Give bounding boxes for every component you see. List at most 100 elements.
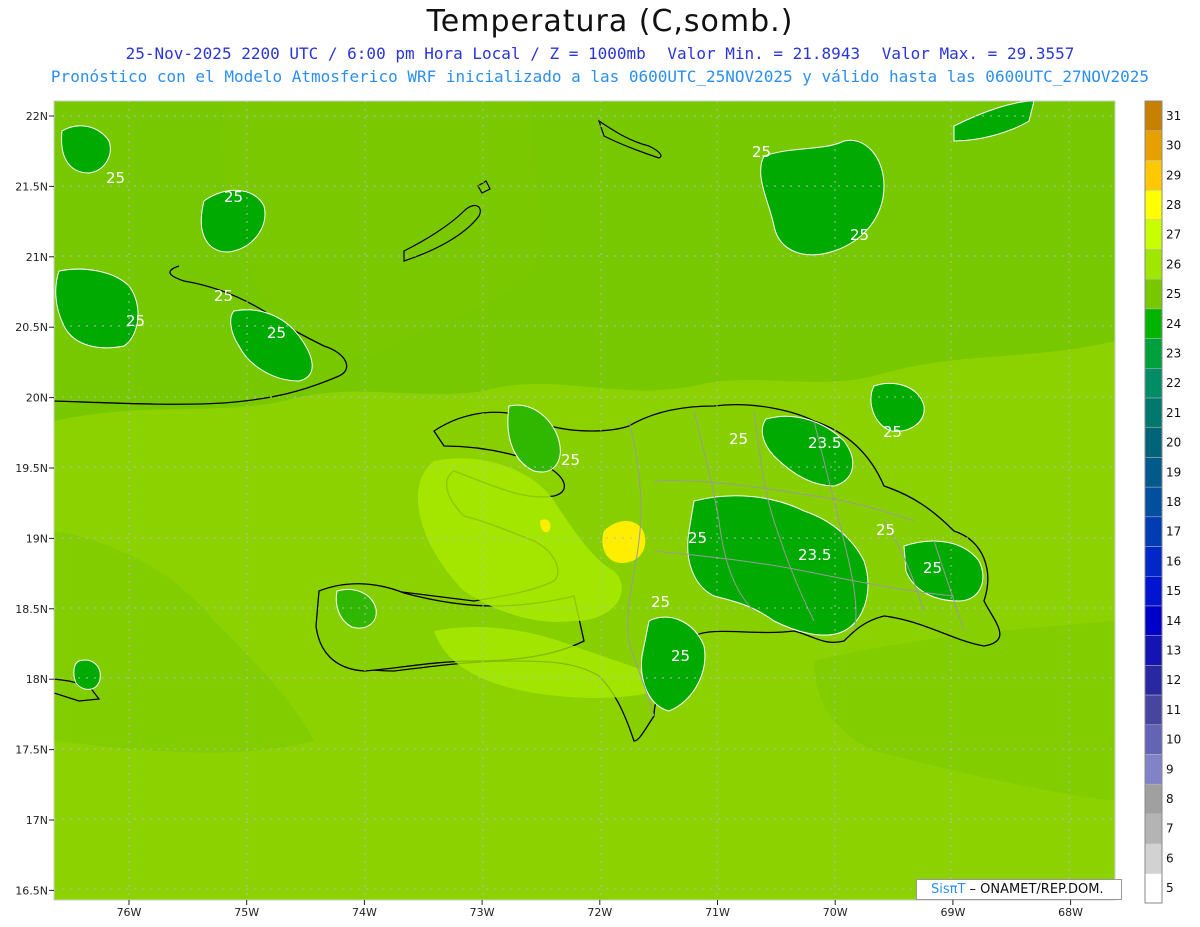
colorbar-label: 24 [1166, 317, 1181, 331]
credit-org: – ONAMET/REP.DOM. [969, 882, 1104, 897]
colorbar-cell [1144, 843, 1163, 874]
colorbar-label: 31 [1166, 109, 1181, 123]
longitude-label: 75W [234, 906, 259, 919]
colorbar-label: 22 [1166, 376, 1181, 390]
contour-label: 25 [688, 529, 707, 547]
colorbar-label: 18 [1166, 495, 1181, 509]
contour-label: 25 [850, 226, 869, 244]
latitude-label: 17N [26, 814, 48, 827]
contour-label: 25 [876, 521, 895, 539]
contour-label: 25 [671, 647, 690, 665]
longitude-label: 69W [940, 906, 965, 919]
colorbar-frame [1144, 100, 1163, 904]
colorbar-label: 13 [1166, 644, 1181, 658]
contour-label: 25 [224, 188, 243, 206]
contour-label: 23.5 [798, 546, 831, 564]
colorbar-label: 9 [1166, 762, 1174, 776]
latitude-label: 20N [26, 392, 48, 405]
colorbar-cell [1144, 665, 1163, 696]
colorbar-cell [1144, 546, 1163, 577]
sispi-logo: SisπΤ [931, 882, 966, 897]
colorbar-cell [1144, 486, 1163, 518]
colorbar-label: 16 [1166, 554, 1181, 568]
latitude-label: 16.5N [15, 884, 48, 897]
colorbar-cell [1144, 397, 1163, 428]
colorbar-label: 10 [1166, 733, 1181, 747]
longitude-label: 68W [1058, 906, 1083, 919]
colorbar-cell [1144, 160, 1163, 191]
contour-label: 25 [651, 593, 670, 611]
colorbar-label: 12 [1166, 673, 1181, 687]
colorbar-label: 14 [1166, 614, 1181, 628]
contour-label: 25 [923, 559, 942, 577]
latitude-label: 19.5N [15, 462, 48, 475]
colorbar-cell [1144, 427, 1163, 458]
colorbar-cell [1144, 813, 1163, 844]
colorbar-cell [1144, 457, 1163, 488]
colorbar-cell [1144, 576, 1163, 607]
colorbar-label: 19 [1166, 465, 1181, 479]
longitude-label: 74W [352, 906, 377, 919]
longitude-label: 70W [823, 906, 848, 919]
colorbar-label: 21 [1166, 406, 1181, 420]
latitude-label: 20.5N [15, 321, 48, 334]
contour-label: 25 [729, 430, 748, 448]
min-value: Valor Min. = 21.8943 [667, 44, 861, 63]
colorbar-cell [1144, 635, 1163, 666]
colorbar-cell [1144, 189, 1163, 221]
latitude-label: 17.5N [15, 744, 48, 757]
colorbar-label: 7 [1166, 822, 1174, 836]
latitude-label: 18N [26, 673, 48, 686]
colorbar-label: 20 [1166, 436, 1181, 450]
colorbar-cell [1144, 130, 1163, 161]
colorbar-label: 6 [1166, 851, 1174, 865]
latitude-label: 18.5N [15, 603, 48, 616]
subtitle-line: 25-Nov-2025 2200 UTC / 6:00 pm Hora Loca… [0, 44, 1200, 63]
colorbar-label: 5 [1166, 881, 1174, 895]
colorbar-cell [1144, 368, 1163, 399]
colorbar-cell [1144, 694, 1163, 726]
field-24-islet-sw [73, 659, 101, 690]
latitude-label: 21N [26, 251, 48, 264]
colorbar-cell [1144, 605, 1163, 636]
colorbar-label: 17 [1166, 525, 1181, 539]
colorbar-cell [1144, 754, 1163, 785]
contour-label: 25 [752, 143, 771, 161]
contour-label: 23.5 [808, 434, 841, 452]
colorbar-label: 8 [1166, 792, 1174, 806]
longitude-label: 73W [470, 906, 495, 919]
colorbar-cell [1144, 249, 1163, 280]
colorbar-label: 30 [1166, 139, 1181, 153]
longitude-label: 72W [587, 906, 612, 919]
longitude-label: 76W [117, 906, 142, 919]
colorbar-label: 23 [1166, 346, 1181, 360]
colorbar-cell [1144, 783, 1163, 815]
colorbar: 31 30 29 28 27 26 25 24 23 22 21 20 19 18 17 16 15 14 13 12… [1144, 100, 1181, 904]
longitude-labels: 76W 75W 74W 73W 72W 71W 70W 69W 68W [117, 900, 1083, 919]
colorbar-label: 25 [1166, 287, 1181, 301]
colorbar-label: 29 [1166, 168, 1181, 182]
longitude-label: 71W [705, 906, 730, 919]
latitude-label: 21.5N [15, 180, 48, 193]
contour-label: 25 [106, 169, 125, 187]
colorbar-label: 27 [1166, 228, 1181, 242]
colorbar-label: 28 [1166, 198, 1181, 212]
temperature-map: 25 25 25 25 25 25 25 25 25 25 25 25 25 2… [54, 101, 1115, 900]
latitude-label: 22N [26, 110, 48, 123]
colorbar-cell [1144, 516, 1163, 547]
colorbar-label: 26 [1166, 257, 1181, 271]
colorbar-cell [1144, 338, 1163, 369]
colorbar-cell [1144, 100, 1163, 131]
latitude-label: 19N [26, 532, 48, 545]
forecast-note: Pronóstico con el Modelo Atmosferico WRF… [50, 67, 1150, 86]
valid-datetime: 25-Nov-2025 2200 UTC / 6:00 pm Hora Loca… [125, 44, 646, 63]
colorbar-cell [1144, 278, 1163, 310]
colorbar-cell [1144, 873, 1163, 904]
max-value: Valor Max. = 29.3557 [881, 44, 1075, 63]
colorbar-label: 15 [1166, 584, 1181, 598]
contour-label: 25 [561, 451, 580, 469]
contour-label: 25 [267, 324, 286, 342]
contour-label: 25 [883, 423, 902, 441]
chart-title: Temperatura (C,somb.) [426, 4, 794, 39]
latitude-labels: 22N 21.5N 21N 20.5N 20N 19.5N 19N 18.5N 18N 17.5N… [15, 110, 54, 897]
